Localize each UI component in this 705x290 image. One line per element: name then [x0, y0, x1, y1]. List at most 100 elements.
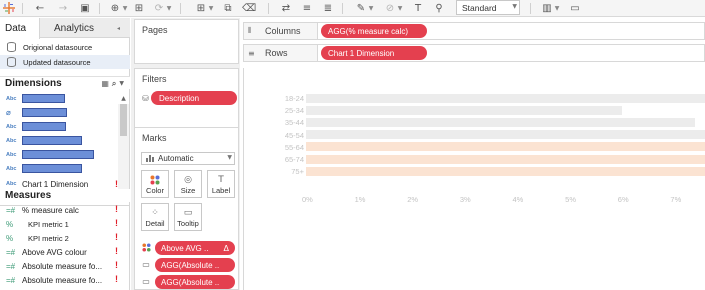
fit-select[interactable]: Standard ▼	[456, 0, 520, 15]
datasource-item-selected[interactable]: Updated datasource	[0, 55, 130, 69]
new-sheet-icon[interactable]: ⊞	[194, 1, 208, 15]
refresh-dropdown-icon[interactable]: ▼	[166, 1, 172, 15]
bar-18-24[interactable]	[306, 93, 705, 103]
new-datasource-dropdown-icon[interactable]: ▼	[122, 1, 128, 15]
tooltip-button[interactable]: ▭ Tooltip	[174, 203, 202, 231]
tableau-logo-icon[interactable]	[2, 1, 16, 15]
save-icon[interactable]: ▣	[78, 1, 92, 15]
y-axis-label: 75+	[291, 167, 304, 177]
dimension-field[interactable]: ⌀	[0, 106, 118, 119]
undo-icon[interactable]: ←	[33, 1, 47, 15]
dimension-field[interactable]: Abc	[0, 92, 118, 105]
show-me-icon[interactable]: ▥	[540, 1, 554, 15]
new-datasource-icon[interactable]: ⊕	[108, 1, 122, 15]
rows-shelf[interactable]: ≡ Rows Chart 1 Dimension	[243, 44, 705, 62]
pages-card[interactable]: Pages	[134, 19, 239, 64]
new-sheet-dropdown-icon[interactable]: ▼	[208, 1, 214, 15]
new-worksheet-icon[interactable]: ⊞	[132, 1, 146, 15]
swap-icon[interactable]: ⇄	[279, 1, 293, 15]
mark-encoding-row[interactable]: ▭ AGG(Absolute ..	[141, 258, 237, 272]
measure-field[interactable]: =# Absolute measure fo... !	[0, 260, 118, 273]
refresh-icon[interactable]: ⟳	[152, 1, 166, 15]
bar-45-54[interactable]	[306, 130, 705, 140]
dimension-field[interactable]: Abc Chart 1 Dimension !	[0, 179, 118, 189]
toolbar: ← → ▣ ⊕ ▼ ⊞ ⟳ ▼ ⊞ ▼ ⧉ ⌫ ⇄ ≡ ≣ ✎ ▼ ⊘ ▼ T …	[0, 0, 705, 17]
highlight-icon[interactable]: ✎	[354, 1, 368, 15]
dimensions-scroll-thumb[interactable]	[120, 104, 127, 136]
show-labels-icon[interactable]: T	[411, 1, 425, 15]
tooltip-icon: ▭	[183, 208, 193, 218]
color-button[interactable]: Color	[141, 170, 169, 198]
toolbar-separator	[99, 3, 100, 14]
tab-data[interactable]: Data	[0, 18, 40, 39]
columns-pill[interactable]: AGG(% measure calc)	[321, 24, 427, 38]
bar-25-34[interactable]	[306, 105, 622, 115]
dimensions-tools: ▦ ⌕ ▼	[101, 77, 124, 90]
show-me-dropdown-icon[interactable]: ▼	[554, 1, 560, 15]
measure-field[interactable]: =# % measure calc !	[0, 204, 118, 217]
tooltip-button-label: Tooltip	[177, 219, 199, 228]
chart-view[interactable]: 18-24 25-34 35-44 45-54 55-64 65-74 75+ 0% 1% 2% 3…	[243, 68, 705, 290]
encoding-pill[interactable]: AGG(Absolute ..	[155, 275, 235, 289]
group-dropdown-icon[interactable]: ▼	[397, 1, 403, 15]
cards-pane: Pages Filters ⛁ Description Marks Automa…	[131, 18, 240, 290]
mark-encoding-row[interactable]: Above AVG .. Δ	[141, 241, 237, 255]
view-toggle-icon[interactable]: ▦	[101, 79, 109, 88]
string-type-icon: Abc	[6, 151, 17, 158]
fix-axes-icon[interactable]: ⚲	[432, 1, 446, 15]
measure-field[interactable]: % KPI metric 2 !	[0, 232, 118, 245]
toolbar-separator	[268, 3, 269, 14]
redo-icon[interactable]: →	[56, 1, 70, 15]
scroll-up-icon[interactable]: ▲	[119, 94, 128, 103]
error-icon: !	[115, 274, 118, 284]
x-axis-tick: 0%	[302, 195, 313, 204]
y-axis-label: 65-74	[284, 155, 304, 164]
toolbar-separator	[22, 3, 23, 14]
clear-sheet-icon[interactable]: ⌫	[242, 1, 256, 15]
tab-analytics[interactable]: Analytics	[54, 18, 110, 38]
sort-ascending-icon[interactable]: ≡	[300, 1, 314, 15]
bar-75+[interactable]	[306, 166, 705, 176]
encoding-pill[interactable]: Above AVG .. Δ	[155, 241, 235, 255]
bar-55-64[interactable]	[306, 142, 705, 152]
marks-card[interactable]: Marks Automatic ▼ Color ◎ Size T Label ⁘…	[134, 127, 239, 290]
measures-header: Measures	[0, 189, 130, 202]
highlight-dropdown-icon[interactable]: ▼	[368, 1, 374, 15]
x-axis-tick: 2%	[407, 195, 419, 204]
dimension-field[interactable]: Abc	[0, 148, 118, 161]
datasource-item[interactable]: Origional datasource	[0, 40, 130, 54]
bar-65-74[interactable]	[306, 154, 705, 164]
measure-field[interactable]: =# Above AVG colour !	[0, 246, 118, 259]
mark-type-select[interactable]: Automatic ▼	[141, 152, 235, 165]
presentation-mode-icon[interactable]: ▭	[568, 1, 582, 15]
encoding-pill[interactable]: AGG(Absolute ..	[155, 258, 235, 272]
y-axis-label: 35-44	[284, 118, 304, 128]
measure-field[interactable]: =# Absolute measure fo... !	[0, 274, 118, 287]
dimension-field[interactable]: Abc	[0, 134, 118, 147]
mark-encoding-row[interactable]: ▭ AGG(Absolute ..	[141, 275, 237, 289]
columns-shelf-label: ⦀ Columns	[244, 23, 318, 39]
mark-type-value: Automatic	[158, 154, 194, 163]
measure-field[interactable]: % KPI metric 1 !	[0, 218, 118, 231]
label-button[interactable]: T Label	[207, 170, 235, 198]
error-icon: !	[115, 204, 118, 214]
dimension-field[interactable]: Abc	[0, 120, 118, 133]
group-icon[interactable]: ⊘	[383, 1, 397, 15]
detail-icon: ⁘	[151, 208, 159, 218]
duplicate-sheet-icon[interactable]: ⧉	[221, 1, 235, 15]
chevron-down-icon: ▼	[512, 3, 517, 10]
columns-icon: ⦀	[248, 26, 252, 35]
menu-dropdown-icon[interactable]: ▼	[119, 80, 124, 87]
size-button[interactable]: ◎ Size	[174, 170, 202, 198]
collapse-pane-icon[interactable]: ◂	[117, 18, 127, 38]
bar-35-44[interactable]	[306, 117, 696, 127]
rows-pill[interactable]: Chart 1 Dimension	[321, 46, 427, 60]
search-icon[interactable]: ⌕	[112, 79, 116, 89]
sort-descending-icon[interactable]: ≣	[321, 1, 335, 15]
string-type-icon: Abc	[6, 165, 17, 172]
filter-pill-description[interactable]: Description	[151, 91, 237, 105]
dimension-field[interactable]: Abc	[0, 162, 118, 175]
dimension-label: Chart 1 Dimension	[22, 179, 89, 189]
detail-button[interactable]: ⁘ Detail	[141, 203, 169, 231]
columns-shelf[interactable]: ⦀ Columns AGG(% measure calc)	[243, 22, 705, 40]
